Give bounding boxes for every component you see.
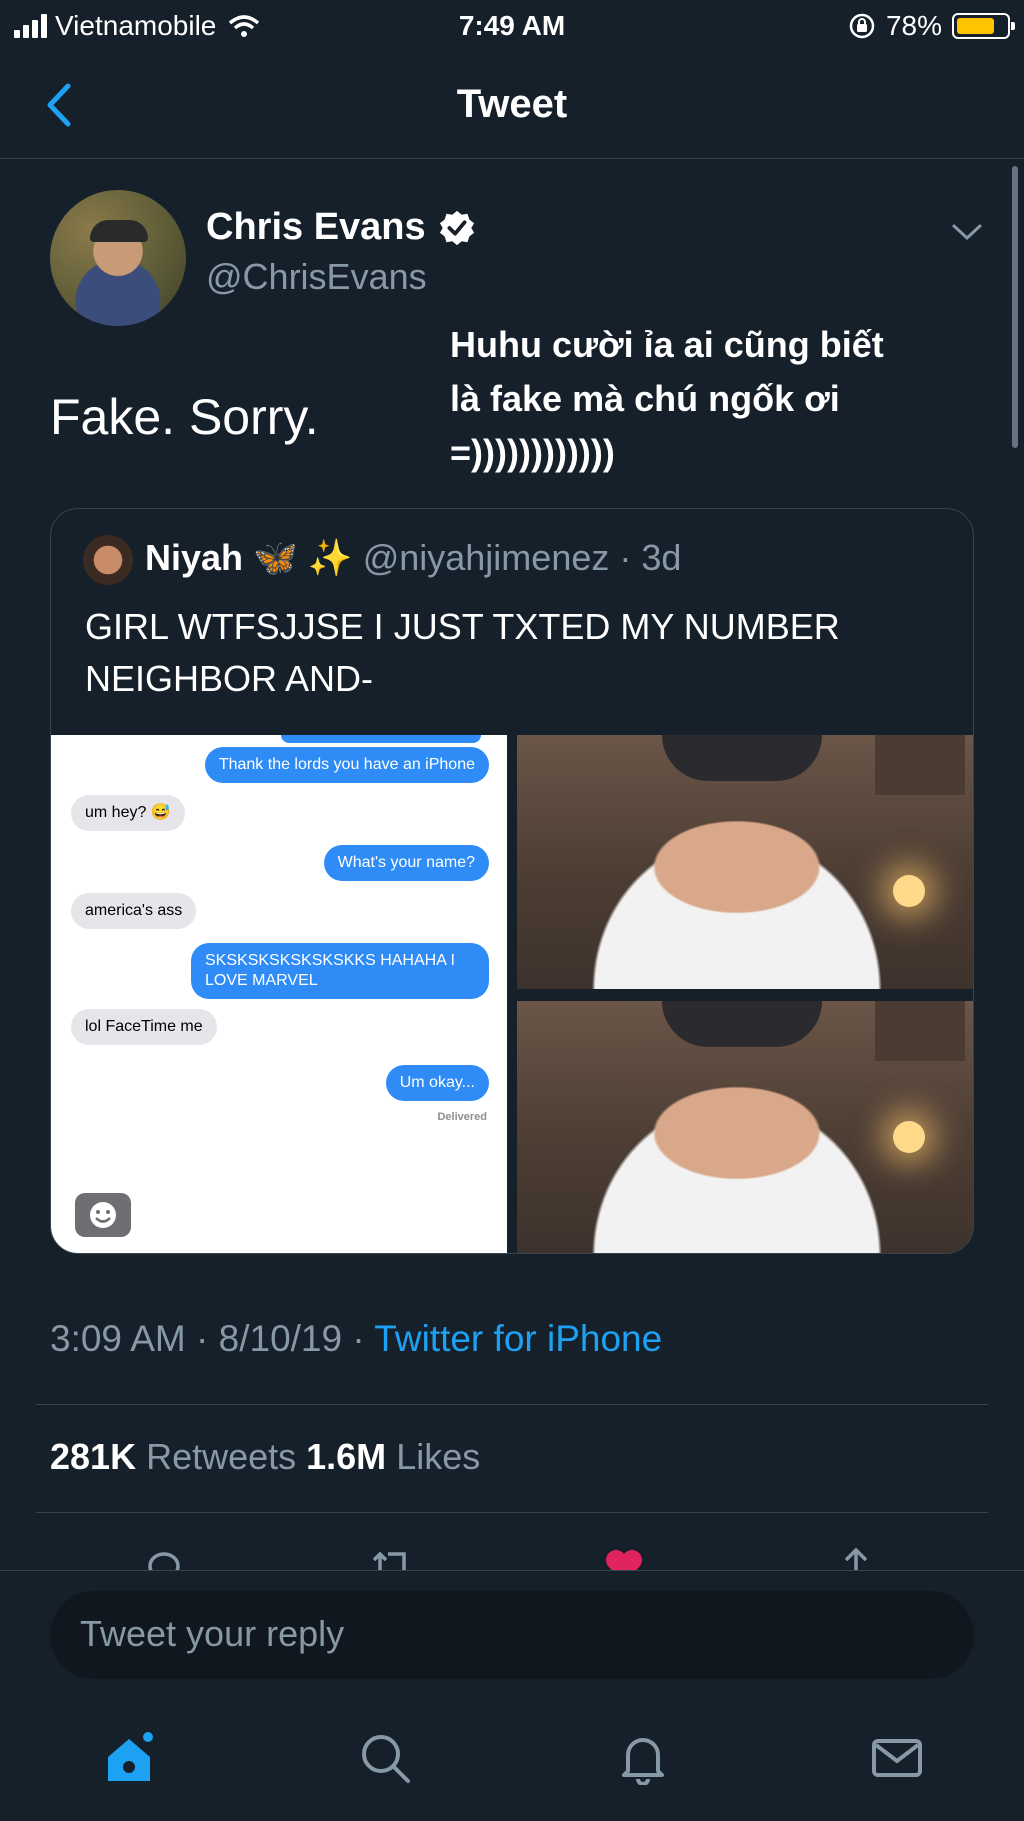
chat-bubble: SKSKSKSKSKSKSKKS HAHAHA I LOVE MARVEL <box>191 943 489 999</box>
search-icon[interactable] <box>358 1731 412 1785</box>
delivered-label: Delivered <box>437 1111 487 1123</box>
author-name-row[interactable]: Chris Evans <box>206 206 476 249</box>
quote-avatar <box>83 535 133 585</box>
status-right: 78% <box>848 10 1015 42</box>
tweet-text: Fake. Sorry. <box>50 389 319 445</box>
notifications-icon[interactable] <box>616 1731 670 1785</box>
quote-header: Niyah 🦋 ✨ @niyahjimenez · 3d <box>145 537 681 579</box>
retweet-icon[interactable] <box>370 1544 414 1570</box>
chat-bubble: Thank the lords you have an iPhone <box>204 747 489 783</box>
author-name: Chris Evans <box>206 206 426 248</box>
quote-emoji: 🦋 ✨ <box>253 537 353 578</box>
avatar[interactable] <box>50 190 186 326</box>
rotation-lock-icon <box>849 13 875 39</box>
page-title: Tweet <box>456 82 568 126</box>
chat-bubble: Um okay... <box>385 1065 489 1101</box>
facetime-photo[interactable] <box>517 1001 973 1253</box>
divider <box>36 1512 988 1513</box>
nav-bar: Tweet <box>0 52 1024 159</box>
tweet-meta: 3:09 AM · 8/10/19 · Twitter for iPhone <box>50 1318 662 1360</box>
home-icon[interactable] <box>102 1731 156 1785</box>
retweets-label[interactable]: Retweets <box>136 1436 306 1477</box>
share-icon[interactable] <box>834 1544 878 1570</box>
quoted-tweet[interactable]: Niyah 🦋 ✨ @niyahjimenez · 3d GIRL WTFSJJ… <box>50 508 974 1254</box>
quote-handle: @niyahjimenez · 3d <box>362 537 682 578</box>
likes-count[interactable]: 1.6M <box>306 1436 386 1477</box>
overlay-caption: Huhu cười ỉa ai cũng biết là fake mà chú… <box>450 318 970 480</box>
overlay-line: =)))))))))))) <box>450 432 615 473</box>
chat-bubble: um hey? 😅 <box>71 795 185 831</box>
smiley-icon <box>75 1193 131 1237</box>
bottom-bar: Tweet your reply <box>0 1570 1024 1821</box>
battery-icon <box>952 13 1015 39</box>
like-icon[interactable] <box>602 1544 646 1570</box>
chat-bubble: What's your name? <box>323 845 489 881</box>
tweet-timestamp: 3:09 AM · 8/10/19 · <box>50 1318 375 1359</box>
overlay-line: Huhu cười ỉa ai cũng biết <box>450 324 884 365</box>
divider <box>36 1404 988 1405</box>
chat-bubble: america's ass <box>71 893 197 929</box>
overlay-line: là fake mà chú ngốk ơi <box>450 378 840 419</box>
reply-input[interactable]: Tweet your reply <box>50 1591 974 1679</box>
verified-icon <box>439 210 474 245</box>
battery-percent: 78% <box>885 10 942 41</box>
author-handle[interactable]: @ChrisEvans <box>206 256 427 298</box>
facetime-photos[interactable] <box>517 735 973 1253</box>
facetime-photo[interactable] <box>517 735 973 989</box>
quote-text: GIRL WTFSJJSE I JUST TXTED MY NUMBER NEI… <box>85 606 840 699</box>
status-bar: Vietnamobile 7:49 AM 78% <box>0 0 1024 52</box>
messages-icon[interactable] <box>870 1731 924 1785</box>
tweet-stats: 281K Retweets 1.6M Likes <box>50 1436 480 1478</box>
action-row <box>0 1540 1024 1570</box>
retweets-count[interactable]: 281K <box>50 1436 136 1477</box>
reply-icon[interactable] <box>142 1544 186 1570</box>
chat-screenshot[interactable]: Thank the lords you have an iPhone um he… <box>51 735 507 1253</box>
quote-author-name: Niyah <box>145 537 244 578</box>
chevron-down-icon[interactable] <box>950 220 984 244</box>
likes-label[interactable]: Likes <box>386 1436 480 1477</box>
chat-bubble: lol FaceTime me <box>71 1009 217 1045</box>
scrollbar[interactable] <box>1012 166 1018 448</box>
tweet-source-link[interactable]: Twitter for iPhone <box>374 1318 662 1359</box>
